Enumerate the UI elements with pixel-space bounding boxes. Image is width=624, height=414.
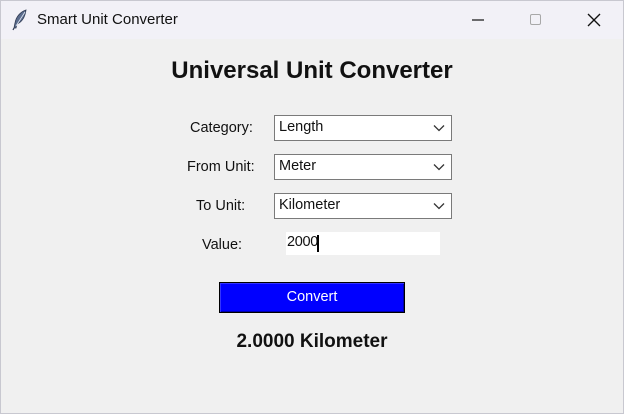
window-title: Smart Unit Converter bbox=[37, 11, 178, 28]
category-label: Category: bbox=[190, 120, 253, 136]
from-unit-label: From Unit: bbox=[187, 159, 255, 175]
value-label: Value: bbox=[202, 237, 243, 253]
from-unit-select[interactable]: Meter bbox=[274, 154, 452, 180]
to-unit-select[interactable]: Kilometer bbox=[274, 193, 452, 219]
maximize-icon bbox=[530, 14, 541, 25]
close-button[interactable] bbox=[565, 1, 623, 39]
minimize-button[interactable] bbox=[449, 1, 507, 39]
close-icon bbox=[587, 13, 601, 27]
result-text: 2.0000 Kilometer bbox=[236, 331, 388, 352]
value-input-text: 2000 bbox=[287, 234, 319, 250]
chevron-down-icon bbox=[433, 125, 445, 132]
to-unit-value: Kilometer bbox=[279, 197, 341, 213]
to-unit-label: To Unit: bbox=[196, 198, 246, 214]
app-window: Smart Unit Converter Universal Unit Conv… bbox=[0, 0, 624, 414]
title-bar[interactable]: Smart Unit Converter bbox=[1, 1, 623, 39]
page-title: Universal Unit Converter bbox=[171, 57, 453, 84]
category-select[interactable]: Length bbox=[274, 115, 452, 141]
text-cursor bbox=[317, 235, 319, 252]
chevron-down-icon bbox=[433, 164, 445, 171]
minimize-icon bbox=[472, 19, 484, 21]
maximize-button[interactable] bbox=[507, 1, 565, 39]
value-input[interactable]: 2000 bbox=[286, 232, 440, 255]
category-value: Length bbox=[279, 119, 324, 135]
feather-icon bbox=[11, 9, 29, 31]
convert-button[interactable]: Convert bbox=[219, 282, 405, 313]
chevron-down-icon bbox=[433, 203, 445, 210]
from-unit-value: Meter bbox=[279, 158, 317, 174]
